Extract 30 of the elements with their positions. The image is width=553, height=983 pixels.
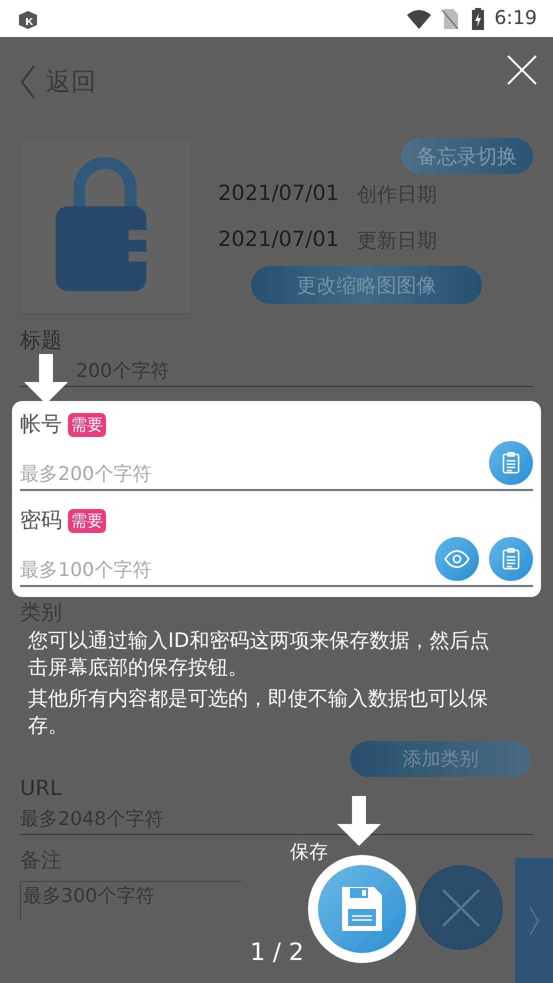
chevron-right-icon — [529, 906, 539, 936]
back-chevron-icon — [20, 65, 36, 99]
thumbnail[interactable] — [20, 143, 190, 313]
save-label: 保存 — [290, 840, 328, 865]
required-badge: 需要 — [68, 509, 106, 533]
date-value: 2021/07/01 — [218, 180, 340, 208]
placeholder-text: 最多200个字符 — [20, 462, 152, 487]
tutorial-text: 您可以通过输入ID和密码这两项来保存数据，然后点击屏幕底部的保存按钮。 — [28, 627, 490, 681]
text-field[interactable]: 最多100个字符 — [20, 549, 435, 583]
text-field[interactable]: 最多200个字符 — [20, 453, 489, 487]
show-password-button[interactable] — [435, 537, 479, 581]
status-time: 6:19 — [494, 6, 537, 32]
memo-toggle-button[interactable]: 备忘录切换 — [401, 138, 533, 174]
close-icon — [440, 888, 480, 928]
wifi-icon — [406, 8, 432, 28]
field-label: 密码 — [20, 507, 62, 534]
page-indicator: 1 / 2 — [250, 937, 304, 968]
close-icon — [507, 55, 537, 85]
close-button[interactable] — [507, 55, 537, 85]
battery-charging-icon — [472, 8, 484, 30]
no-sim-icon — [442, 8, 458, 28]
field-label: 帐号 — [20, 411, 62, 438]
placeholder-text: 最多100个字符 — [20, 558, 152, 583]
paste-button[interactable] — [489, 441, 533, 485]
required-badge: 需要 — [68, 413, 106, 437]
tutorial-text: 其他所有内容都是可选的，即使不输入数据也可以保存。 — [28, 685, 489, 739]
date-value: 2021/07/01 — [218, 226, 340, 254]
change-thumbnail-button[interactable]: 更改缩略图图像 — [251, 266, 482, 304]
down-arrow-icon — [335, 796, 383, 846]
paste-button[interactable] — [489, 537, 533, 581]
